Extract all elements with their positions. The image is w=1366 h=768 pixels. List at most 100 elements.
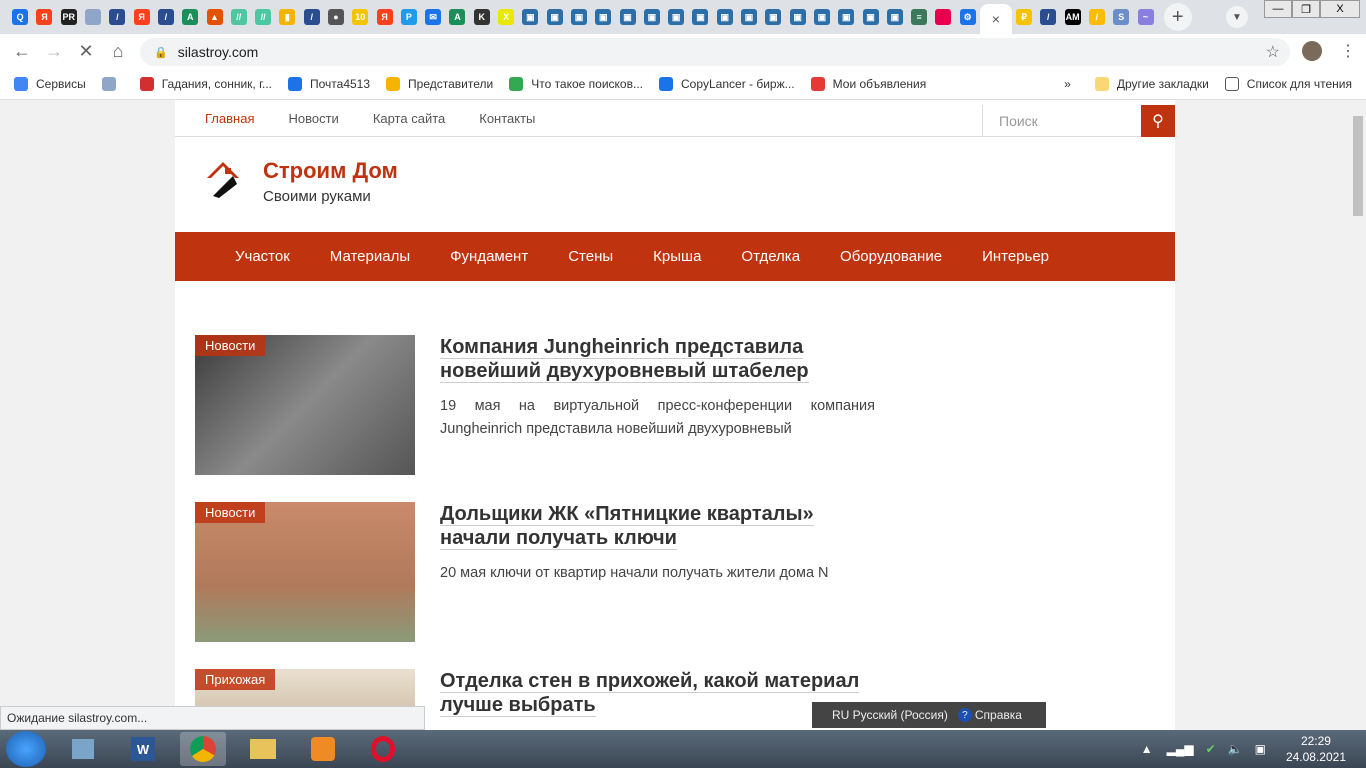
top-nav-link[interactable]: Контакты xyxy=(479,111,535,126)
browser-tab[interactable]: ▣ xyxy=(737,0,761,34)
minimize-button[interactable]: — xyxy=(1264,0,1292,18)
browser-tab[interactable]: / xyxy=(154,0,178,34)
browser-tab[interactable]: ▣ xyxy=(615,0,639,34)
volume-icon[interactable]: 🔈 xyxy=(1228,742,1243,756)
menu-icon[interactable]: ⋮ xyxy=(1340,41,1356,61)
browser-tab[interactable]: ≡ xyxy=(907,0,931,34)
search-icon[interactable]: ⚲ xyxy=(1141,105,1175,137)
help-link[interactable]: Справка xyxy=(975,708,1022,722)
main-menu-item[interactable]: Крыша xyxy=(653,248,701,265)
top-nav-link[interactable]: Новости xyxy=(288,111,338,126)
home-button[interactable]: ⌂ xyxy=(102,41,134,62)
bookmark-item[interactable]: Почта4513 xyxy=(288,76,370,91)
browser-tab[interactable] xyxy=(931,0,955,34)
article-title[interactable]: Компания Jungheinrich представила новейш… xyxy=(440,335,880,383)
browser-tab[interactable]: ▲ xyxy=(202,0,226,34)
bookmark-item[interactable]: Что такое поисков... xyxy=(509,76,643,91)
active-browser-tab[interactable]: × xyxy=(979,4,1012,34)
browser-tab[interactable]: ▣ xyxy=(883,0,907,34)
forward-button[interactable]: → xyxy=(38,41,70,62)
show-hidden-icons-icon[interactable]: ▲ xyxy=(1141,742,1153,756)
article-title-link[interactable]: Отделка стен в прихожей, какой материал … xyxy=(440,670,860,717)
main-menu-item[interactable]: Участок xyxy=(235,248,290,265)
bookmark-item[interactable]: Представители xyxy=(386,76,493,91)
clock[interactable]: 22:29 24.08.2021 xyxy=(1286,733,1346,765)
browser-tab[interactable]: ▣ xyxy=(713,0,737,34)
language-indicator[interactable]: RU Русский (Россия) xyxy=(832,708,948,722)
start-button[interactable] xyxy=(6,731,46,767)
reading-list-button[interactable]: Список для чтения xyxy=(1224,76,1352,91)
taskbar-app-word-icon[interactable]: W xyxy=(120,732,166,766)
network-icon[interactable]: ✔ xyxy=(1206,742,1216,756)
browser-tab[interactable]: ● xyxy=(324,0,348,34)
article-title-link[interactable]: Дольщики ЖК «Пятницкие кварталы» начали … xyxy=(440,503,814,550)
article-category-badge[interactable]: Новости xyxy=(195,335,266,356)
article-category-badge[interactable]: Новости xyxy=(195,502,266,523)
browser-tab[interactable]: ~ xyxy=(1133,0,1157,34)
browser-tab[interactable]: ▣ xyxy=(688,0,712,34)
article-thumbnail[interactable] xyxy=(195,335,415,475)
article-title[interactable]: Дольщики ЖК «Пятницкие кварталы» начали … xyxy=(440,502,880,550)
bookmark-item[interactable]: Гадания, сонник, г... xyxy=(139,76,272,91)
tab-search-button[interactable]: ▼ xyxy=(1226,6,1248,28)
browser-tab[interactable]: 10 xyxy=(348,0,372,34)
taskbar-app-folder-icon[interactable] xyxy=(240,732,286,766)
taskbar-app-media-icon[interactable] xyxy=(300,732,346,766)
main-menu-item[interactable]: Стены xyxy=(568,248,613,265)
browser-tab[interactable]: K xyxy=(470,0,494,34)
browser-tab[interactable]: X xyxy=(494,0,518,34)
browser-tab[interactable]: / xyxy=(1036,0,1060,34)
browser-tab[interactable]: Q xyxy=(8,0,32,34)
other-bookmarks-folder[interactable]: Другие закладки xyxy=(1094,76,1209,91)
vertical-scrollbar[interactable] xyxy=(1350,100,1366,730)
browser-tab[interactable]: ▣ xyxy=(761,0,785,34)
browser-tab[interactable]: / xyxy=(1085,0,1109,34)
browser-tab[interactable]: ▣ xyxy=(591,0,615,34)
browser-tab[interactable]: ▣ xyxy=(640,0,664,34)
search-box[interactable]: Поиск ⚲ xyxy=(982,105,1175,137)
browser-tab[interactable]: ▣ xyxy=(518,0,542,34)
browser-tab[interactable]: ⚙ xyxy=(956,0,980,34)
taskbar-app-chrome-icon[interactable] xyxy=(180,732,226,766)
new-tab-button[interactable]: + xyxy=(1163,3,1192,31)
bookmark-item[interactable] xyxy=(101,76,124,91)
top-nav-link[interactable]: Главная xyxy=(205,111,254,126)
browser-tab[interactable]: Я xyxy=(129,0,153,34)
main-menu-item[interactable]: Интерьер xyxy=(982,248,1049,265)
taskbar-app-opera-icon[interactable] xyxy=(360,732,406,766)
main-menu-item[interactable]: Оборудование xyxy=(840,248,942,265)
taskbar-app-explorer-icon[interactable] xyxy=(60,732,106,766)
bookmark-star-icon[interactable]: ☆ xyxy=(1266,42,1280,62)
language-bar[interactable]: RU Русский (Россия) ? Справка xyxy=(812,702,1046,728)
main-menu-item[interactable]: Отделка xyxy=(741,248,800,265)
browser-tab[interactable]: ▣ xyxy=(786,0,810,34)
signal-icon[interactable]: ▂▄▆ xyxy=(1167,742,1194,756)
browser-tab[interactable]: // xyxy=(251,0,275,34)
article-category-badge[interactable]: Прихожая xyxy=(195,669,276,690)
browser-tab[interactable]: // xyxy=(227,0,251,34)
browser-tab[interactable]: / xyxy=(105,0,129,34)
bookmark-item[interactable]: Мои объявления xyxy=(810,76,926,91)
address-bar[interactable]: 🔒 silastroy.com ☆ xyxy=(140,38,1290,66)
browser-tab[interactable]: ▣ xyxy=(834,0,858,34)
browser-tab[interactable]: ▣ xyxy=(810,0,834,34)
scrollbar-thumb[interactable] xyxy=(1353,116,1363,216)
browser-tab[interactable]: ▮ xyxy=(275,0,299,34)
back-button[interactable]: ← xyxy=(6,41,38,62)
article-title-link[interactable]: Компания Jungheinrich представила новейш… xyxy=(440,336,809,383)
browser-tab[interactable]: AM xyxy=(1060,0,1084,34)
browser-tab[interactable]: ▣ xyxy=(664,0,688,34)
profile-avatar[interactable] xyxy=(1302,41,1322,61)
browser-tab[interactable]: P xyxy=(397,0,421,34)
main-menu-item[interactable]: Фундамент xyxy=(450,248,528,265)
close-tab-icon[interactable]: × xyxy=(992,11,1000,27)
bookmark-item[interactable]: Сервисы xyxy=(14,76,86,91)
browser-tab[interactable]: A xyxy=(445,0,469,34)
browser-tab[interactable]: ▣ xyxy=(858,0,882,34)
search-input[interactable]: Поиск xyxy=(983,105,1141,137)
browser-tab[interactable]: A xyxy=(178,0,202,34)
browser-tab[interactable]: ▣ xyxy=(543,0,567,34)
browser-tab[interactable]: / xyxy=(300,0,324,34)
browser-tab[interactable] xyxy=(81,0,105,34)
stop-button[interactable]: ✕ xyxy=(70,41,102,62)
